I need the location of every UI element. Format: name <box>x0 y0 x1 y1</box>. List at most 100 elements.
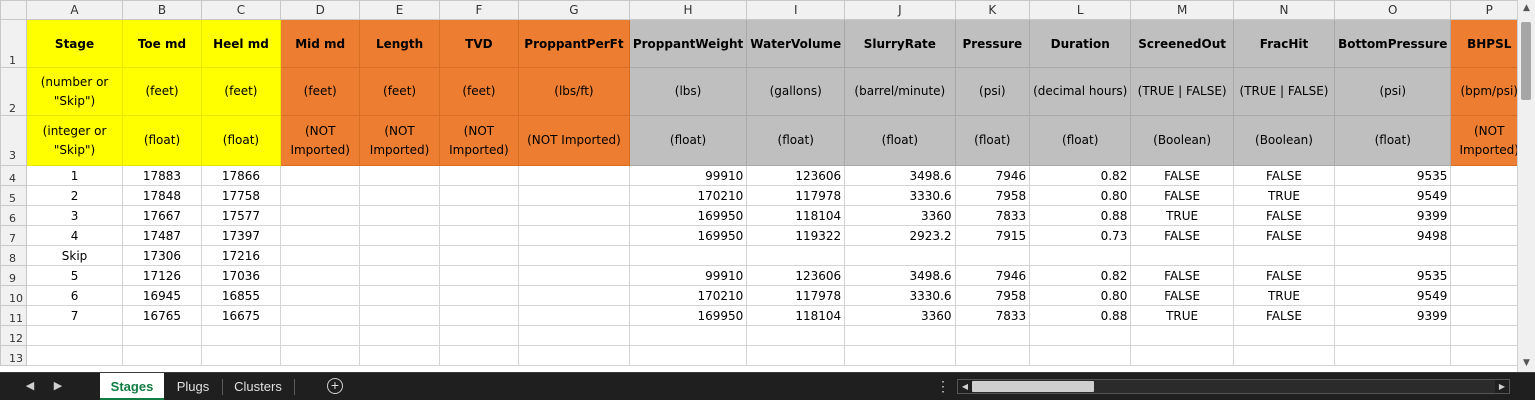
data-cell[interactable] <box>200 345 282 366</box>
data-cell[interactable]: 117978 <box>746 185 846 206</box>
header-unit-cell[interactable]: (TRUE | FALSE) <box>1130 67 1234 116</box>
column-header-e[interactable]: E <box>359 0 440 20</box>
data-cell[interactable] <box>25 325 124 346</box>
horizontal-scroll-thumb[interactable] <box>972 381 1094 392</box>
data-cell[interactable] <box>1232 325 1336 346</box>
data-cell[interactable] <box>359 245 440 266</box>
data-cell[interactable] <box>438 185 520 206</box>
header-unit-cell[interactable]: (number or "Skip") <box>25 67 124 116</box>
data-cell[interactable] <box>280 185 361 206</box>
header-unit-cell[interactable]: (psi) <box>1334 67 1452 116</box>
data-cell[interactable]: 17667 <box>122 205 202 226</box>
data-cell[interactable]: TRUE <box>1232 185 1336 206</box>
header-unit-cell[interactable]: (feet) <box>280 67 361 116</box>
data-cell[interactable]: 7946 <box>954 265 1031 286</box>
header-type-cell[interactable]: (float) <box>954 115 1031 166</box>
data-cell[interactable] <box>359 285 440 306</box>
column-header-c[interactable]: C <box>200 0 282 20</box>
data-cell[interactable] <box>628 325 748 346</box>
data-cell[interactable] <box>280 305 361 326</box>
data-cell[interactable]: 1 <box>25 165 124 186</box>
data-cell[interactable] <box>280 345 361 366</box>
header-unit-cell[interactable]: (lbs/ft) <box>518 67 630 116</box>
data-cell[interactable] <box>1130 345 1234 366</box>
data-cell[interactable] <box>1130 245 1234 266</box>
horizontal-scrollbar[interactable]: ◀ ▶ <box>957 379 1510 394</box>
tab-plugs[interactable]: Plugs <box>166 373 220 400</box>
header-type-cell[interactable]: (NOT Imported) <box>438 115 520 166</box>
data-cell[interactable]: 7958 <box>954 185 1031 206</box>
data-cell[interactable]: 99910 <box>628 265 748 286</box>
data-cell[interactable] <box>438 245 520 266</box>
row-header[interactable]: 2 <box>0 67 27 116</box>
data-cell[interactable]: 3 <box>25 205 124 226</box>
header-type-cell[interactable]: (NOT Imported) <box>518 115 630 166</box>
data-cell[interactable]: 169950 <box>628 225 748 246</box>
data-cell[interactable]: 9498 <box>1334 225 1452 246</box>
column-header-g[interactable]: G <box>518 0 630 20</box>
data-cell[interactable]: 2923.2 <box>844 225 956 246</box>
data-cell[interactable]: 16945 <box>122 285 202 306</box>
data-cell[interactable]: 3330.6 <box>844 185 956 206</box>
header-unit-cell[interactable]: (gallons) <box>746 67 846 116</box>
select-all-corner[interactable] <box>0 0 27 20</box>
data-cell[interactable]: 123606 <box>746 265 846 286</box>
header-name-cell[interactable]: ProppantWeight <box>628 19 748 68</box>
data-cell[interactable]: 9549 <box>1334 185 1452 206</box>
data-cell[interactable]: 0.80 <box>1029 185 1132 206</box>
data-cell[interactable]: FALSE <box>1232 205 1336 226</box>
data-cell[interactable]: 7915 <box>954 225 1031 246</box>
data-cell[interactable]: 9535 <box>1334 165 1452 186</box>
data-cell[interactable]: FALSE <box>1130 265 1234 286</box>
data-cell[interactable]: FALSE <box>1130 225 1234 246</box>
data-cell[interactable]: FALSE <box>1232 165 1336 186</box>
data-cell[interactable]: 118104 <box>746 205 846 226</box>
data-cell[interactable]: FALSE <box>1130 165 1234 186</box>
data-cell[interactable] <box>280 245 361 266</box>
header-name-cell[interactable]: FracHit <box>1232 19 1336 68</box>
data-cell[interactable] <box>518 205 630 226</box>
data-cell[interactable] <box>1334 245 1452 266</box>
data-cell[interactable] <box>280 205 361 226</box>
row-header[interactable]: 3 <box>0 115 27 166</box>
data-cell[interactable]: 17577 <box>200 205 282 226</box>
data-cell[interactable]: 118104 <box>746 305 846 326</box>
data-cell[interactable] <box>1232 245 1336 266</box>
data-cell[interactable] <box>359 345 440 366</box>
data-cell[interactable]: 17883 <box>122 165 202 186</box>
data-cell[interactable] <box>746 245 846 266</box>
data-cell[interactable]: 123606 <box>746 165 846 186</box>
add-sheet-icon[interactable]: + <box>327 378 343 394</box>
data-cell[interactable]: 3360 <box>844 205 956 226</box>
row-header[interactable]: 10 <box>0 285 27 306</box>
data-cell[interactable] <box>844 345 956 366</box>
data-cell[interactable] <box>1029 325 1132 346</box>
data-cell[interactable]: 17758 <box>200 185 282 206</box>
row-header[interactable]: 6 <box>0 205 27 226</box>
data-cell[interactable]: 3330.6 <box>844 285 956 306</box>
data-cell[interactable]: 0.88 <box>1029 205 1132 226</box>
data-cell[interactable]: 7 <box>25 305 124 326</box>
data-cell[interactable] <box>438 305 520 326</box>
header-name-cell[interactable]: Heel md <box>200 19 282 68</box>
vertical-scrollbar[interactable]: ▲ ▼ <box>1517 0 1535 372</box>
data-cell[interactable]: 2 <box>25 185 124 206</box>
header-name-cell[interactable]: ProppantPerFt <box>518 19 630 68</box>
data-cell[interactable] <box>122 325 202 346</box>
data-cell[interactable]: 0.80 <box>1029 285 1132 306</box>
data-cell[interactable] <box>954 345 1031 366</box>
data-cell[interactable]: 17126 <box>122 265 202 286</box>
spreadsheet-grid[interactable]: ABCDEFGHIJKLMNOP 1 Stage Toe md Heel md Mid … <box>0 0 1535 372</box>
data-cell[interactable] <box>844 245 956 266</box>
data-cell[interactable] <box>438 325 520 346</box>
header-unit-cell[interactable]: (psi) <box>954 67 1031 116</box>
data-cell[interactable]: 119322 <box>746 225 846 246</box>
column-header-f[interactable]: F <box>438 0 520 20</box>
header-unit-cell[interactable]: (decimal hours) <box>1029 67 1132 116</box>
data-cell[interactable] <box>359 185 440 206</box>
data-cell[interactable]: 16765 <box>122 305 202 326</box>
data-cell[interactable]: 17866 <box>200 165 282 186</box>
column-header-h[interactable]: H <box>628 0 748 20</box>
column-header-i[interactable]: I <box>746 0 846 20</box>
header-name-cell[interactable]: Toe md <box>122 19 202 68</box>
